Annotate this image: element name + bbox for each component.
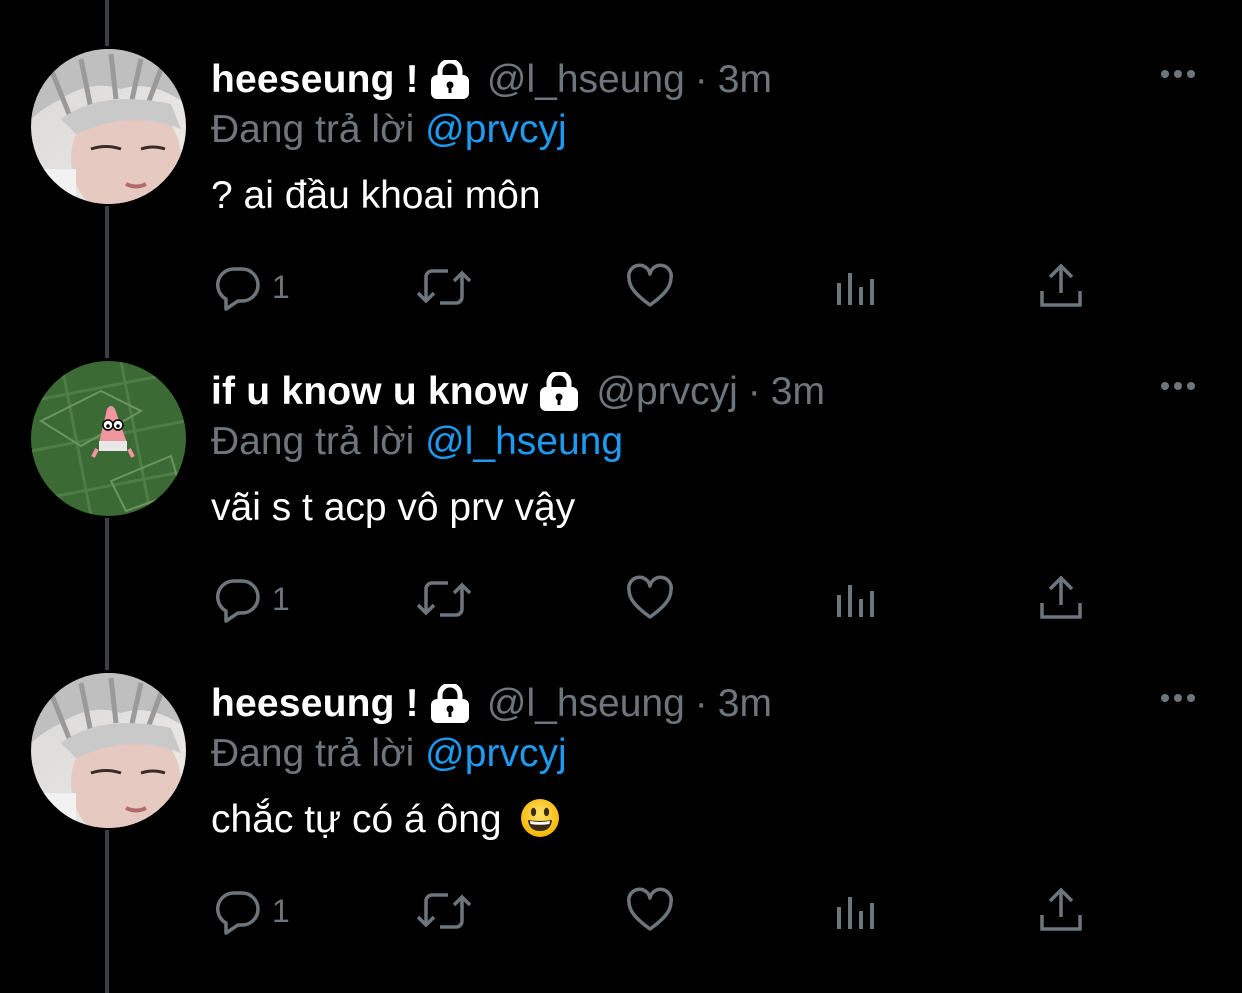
lock-icon	[429, 682, 471, 724]
reply-mention-link[interactable]: @l_hseung	[425, 420, 623, 463]
reply-prefix: Đang trả lời	[211, 732, 415, 775]
grinning-face-emoji	[520, 798, 560, 838]
tweet[interactable]: heeseung ! @l_hseung · 3m Đang trả lời @…	[0, 624, 1242, 936]
replying-to: Đang trả lời @prvcyj	[211, 730, 567, 778]
reply-icon	[216, 579, 260, 623]
share-icon	[1040, 887, 1082, 931]
replying-to: Đang trả lời @prvcyj	[211, 106, 567, 154]
display-name[interactable]: if u know u know	[211, 370, 528, 414]
reply-icon	[216, 891, 260, 935]
reply-button[interactable]: 1	[214, 262, 290, 312]
tweet-actions: 1	[0, 886, 1242, 936]
tweet-text: chắc tự có á ông	[211, 798, 502, 841]
tweet-header: heeseung ! @l_hseung · 3m	[211, 678, 772, 730]
retweet-button[interactable]	[416, 574, 472, 624]
separator-dot: ·	[694, 58, 708, 101]
like-icon	[627, 575, 673, 619]
timestamp[interactable]: 3m	[718, 682, 772, 726]
more-icon[interactable]	[1158, 62, 1198, 86]
analytics-button[interactable]	[834, 574, 878, 624]
reply-mention-link[interactable]: @prvcyj	[425, 108, 566, 151]
like-button[interactable]	[626, 574, 674, 624]
retweet-button[interactable]	[416, 886, 472, 936]
retweet-icon	[416, 581, 472, 617]
tweet-actions: 1	[0, 574, 1242, 624]
timestamp[interactable]: 3m	[771, 370, 825, 414]
like-icon	[627, 887, 673, 931]
share-button[interactable]	[1038, 262, 1084, 312]
share-icon	[1040, 263, 1082, 307]
analytics-icon	[837, 897, 874, 929]
handle[interactable]: @l_hseung	[487, 682, 685, 726]
handle[interactable]: @l_hseung	[487, 58, 685, 102]
tweet-actions: 1	[0, 262, 1242, 312]
reply-prefix: Đang trả lời	[211, 108, 415, 151]
share-icon	[1040, 575, 1082, 619]
tweet-text: ? ai đầu khoai môn	[211, 174, 541, 217]
separator-dot: ·	[747, 370, 761, 413]
like-button[interactable]	[626, 886, 674, 936]
like-icon	[627, 263, 673, 307]
analytics-icon	[837, 585, 874, 617]
reply-button[interactable]: 1	[214, 886, 290, 936]
tweet-text-container: chắc tự có á ông	[211, 794, 560, 846]
reply-count: 1	[272, 892, 290, 929]
reply-prefix: Đang trả lời	[211, 420, 415, 463]
timestamp[interactable]: 3m	[718, 58, 772, 102]
reply-icon	[216, 267, 260, 311]
share-button[interactable]	[1038, 886, 1084, 936]
like-button[interactable]	[626, 262, 674, 312]
reply-mention-link[interactable]: @prvcyj	[425, 732, 566, 775]
separator-dot: ·	[694, 682, 708, 725]
tweet[interactable]: heeseung ! @l_hseung · 3m Đang trả lời @…	[0, 0, 1242, 312]
retweet-icon	[416, 269, 472, 305]
more-icon[interactable]	[1158, 686, 1198, 710]
tweet-header: heeseung ! @l_hseung · 3m	[211, 54, 772, 106]
tweet-text: vãi s t acp vô prv vậy	[211, 486, 576, 529]
handle[interactable]: @prvcyj	[596, 370, 737, 414]
lock-icon	[429, 58, 471, 100]
lock-icon	[538, 370, 580, 412]
display-name[interactable]: heeseung !	[211, 682, 419, 726]
more-icon[interactable]	[1158, 374, 1198, 398]
analytics-button[interactable]	[834, 262, 878, 312]
analytics-button[interactable]	[834, 886, 878, 936]
display-name[interactable]: heeseung !	[211, 58, 419, 102]
reply-button[interactable]: 1	[214, 574, 290, 624]
retweet-button[interactable]	[416, 262, 472, 312]
avatar[interactable]	[31, 361, 186, 516]
analytics-icon	[837, 273, 874, 305]
replying-to: Đang trả lời @l_hseung	[211, 418, 623, 466]
avatar[interactable]	[31, 673, 186, 828]
tweet[interactable]: if u know u know @prvcyj · 3m Đang trả l…	[0, 312, 1242, 624]
avatar[interactable]	[31, 49, 186, 204]
reply-count: 1	[272, 268, 290, 305]
tweet-header: if u know u know @prvcyj · 3m	[211, 366, 825, 418]
reply-count: 1	[272, 580, 290, 617]
share-button[interactable]	[1038, 574, 1084, 624]
retweet-icon	[416, 893, 472, 929]
